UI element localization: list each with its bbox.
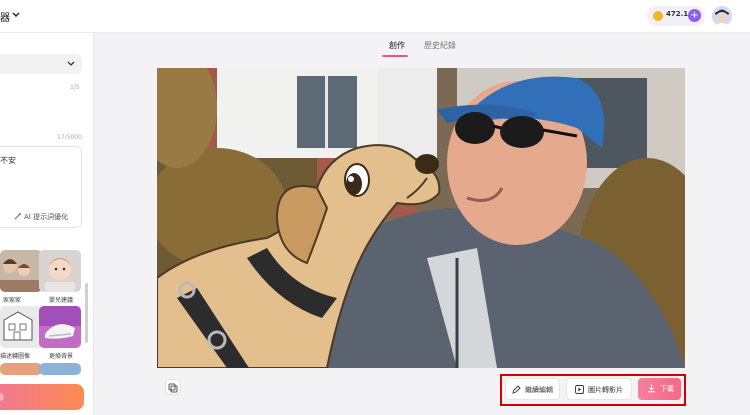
ai-optimize-button[interactable]: AI 提示詞優化	[24, 212, 68, 222]
add-credits-button[interactable]: +	[688, 9, 701, 22]
tool-label: 家家家	[3, 297, 22, 304]
credits-badge[interactable]: 472.1 +	[647, 6, 705, 26]
tool-thumb-baby[interactable]	[39, 250, 81, 292]
image-to-video-label: 圖片轉影片	[588, 386, 623, 394]
reference-count: 1/5	[70, 84, 80, 91]
family-photo-thumbnail	[0, 250, 42, 292]
top-bar: 器 472.1 +	[0, 0, 750, 33]
tool-thumb-background[interactable]	[39, 306, 81, 348]
prompt-char-count: 17/5000	[57, 134, 82, 141]
tool-thumb-sketch[interactable]	[0, 306, 42, 348]
active-tab-indicator	[382, 55, 408, 57]
image-to-video-button[interactable]: 圖片轉影片	[566, 378, 632, 400]
video-icon	[575, 385, 584, 394]
download-button[interactable]: 下載	[638, 378, 681, 400]
compare-icon[interactable]	[165, 379, 181, 395]
continue-edit-button[interactable]: 繼續編輯	[505, 378, 560, 400]
generate-button[interactable]	[0, 384, 84, 410]
tool-label: 嬰兒建議	[49, 297, 74, 304]
credits-value: 472.1	[666, 10, 689, 18]
tool-thumb-more[interactable]	[39, 363, 81, 375]
avatar[interactable]	[712, 6, 732, 26]
baby-photo-thumbnail	[39, 250, 81, 292]
chevron-down-icon[interactable]	[11, 9, 21, 21]
prompt-text: 不安	[0, 156, 16, 165]
coin-icon	[653, 11, 663, 21]
tool-label: 更換背景	[49, 353, 74, 360]
sketch-to-image-thumbnail	[0, 306, 42, 348]
tool-label: 描述轉圖像	[0, 353, 31, 360]
tool-thumb-family[interactable]	[0, 250, 42, 292]
model-select[interactable]	[0, 54, 82, 74]
continue-edit-label: 繼續編輯	[525, 386, 553, 394]
prompt-input[interactable]: 不安 AI 提示詞優化	[0, 146, 82, 228]
sidebar-scrollbar[interactable]	[85, 283, 88, 343]
avatar-image	[712, 6, 732, 26]
tab-history[interactable]: 歷史紀錄	[424, 40, 456, 51]
sidebar-panel: 1/5 17/5000 不安 AI 提示詞優化 家家家 嬰兒建議 描述轉圖像 更…	[0, 33, 94, 415]
generated-image	[157, 68, 685, 368]
magic-wand-icon	[14, 212, 22, 220]
chevron-down-icon	[67, 61, 75, 66]
app-title: 器	[0, 13, 10, 24]
tab-create[interactable]: 創作	[389, 40, 405, 51]
change-background-thumbnail	[39, 306, 81, 348]
result-image[interactable]	[157, 68, 685, 368]
compare-glyph	[168, 383, 178, 393]
download-label: 下載	[660, 385, 674, 393]
download-icon	[648, 384, 655, 393]
generate-icon	[0, 393, 4, 401]
pencil-icon	[512, 385, 521, 394]
tool-thumb-more[interactable]	[0, 363, 42, 375]
